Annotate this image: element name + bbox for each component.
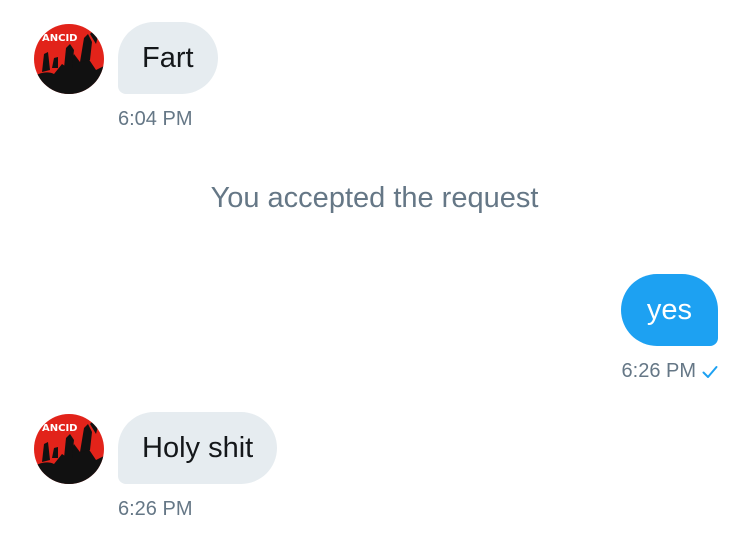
sender-avatar[interactable]: ANCID (34, 414, 104, 484)
sender-avatar[interactable]: ANCID (34, 24, 104, 94)
svg-text:ANCID: ANCID (42, 33, 77, 44)
system-message: You accepted the request (210, 182, 539, 214)
message-timestamp: 6:26 PM (621, 360, 696, 382)
message-timestamp-row: 6:26 PM (622, 359, 718, 385)
message-bubble-incoming[interactable]: Fart (118, 22, 218, 94)
message-timestamp: 6:04 PM (118, 108, 193, 130)
message-bubble-incoming[interactable]: Holy shit (118, 412, 278, 484)
message-timestamp: 6:26 PM (118, 498, 193, 520)
svg-text:ANCID: ANCID (42, 423, 77, 434)
message-text: yes (646, 294, 692, 326)
message-text: Fart (142, 42, 194, 74)
message-bubble-outgoing[interactable]: yes (620, 274, 718, 346)
band-logo-avatar-icon: ANCID (34, 24, 104, 94)
band-logo-avatar-icon: ANCID (34, 414, 104, 484)
checkmark-icon (702, 361, 718, 385)
message-text: Holy shit (142, 432, 254, 464)
